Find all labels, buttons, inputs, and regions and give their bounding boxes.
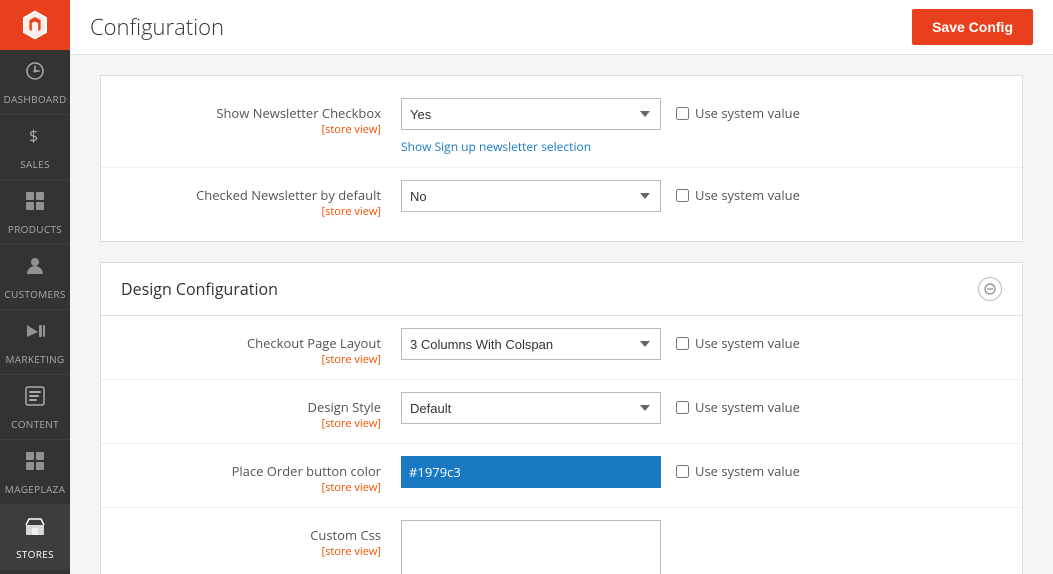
- place-order-use-system: Use system value: [676, 456, 800, 480]
- sidebar-logo: [0, 0, 70, 50]
- sidebar-item-system[interactable]: SYSTEM: [0, 570, 70, 574]
- marketing-icon: [24, 320, 46, 348]
- place-order-use-system-checkbox[interactable]: [676, 465, 689, 478]
- design-style-use-system: Use system value: [676, 392, 800, 416]
- save-config-button[interactable]: Save Config: [912, 9, 1033, 45]
- checked-newsletter-select[interactable]: Yes No: [401, 180, 661, 212]
- svg-text:$: $: [29, 125, 38, 147]
- custom-css-textarea[interactable]: [401, 520, 661, 574]
- design-style-label: Design Style [store view]: [121, 392, 401, 431]
- customers-icon: [24, 255, 46, 283]
- sidebar-item-sales-label: SALES: [20, 157, 50, 171]
- main-area: Configuration Save Config Show Newslette…: [70, 0, 1053, 574]
- collapse-button[interactable]: [978, 277, 1002, 301]
- dashboard-icon: [24, 60, 46, 88]
- stores-icon: [24, 515, 46, 543]
- page-title: Configuration: [90, 12, 224, 42]
- place-order-color-row: Place Order button color [store view] #1…: [101, 444, 1022, 508]
- custom-css-row: Custom Css [store view] Example: .step-t…: [101, 508, 1022, 574]
- design-style-controls: Default Custom Use system value: [401, 392, 1002, 424]
- checked-newsletter-label: Checked Newsletter by default [store vie…: [121, 180, 401, 219]
- custom-css-label: Custom Css [store view]: [121, 520, 401, 559]
- sidebar-item-content[interactable]: CONTENT: [0, 375, 70, 440]
- newsletter-use-system-checkbox[interactable]: [676, 107, 689, 120]
- place-order-color-controls: #1979c3 Use system value: [401, 456, 1002, 488]
- design-style-use-system-checkbox[interactable]: [676, 401, 689, 414]
- content-icon: [24, 385, 46, 413]
- sidebar-item-customers[interactable]: CUSTOMERS: [0, 245, 70, 310]
- sidebar-item-sales[interactable]: $ SALES: [0, 115, 70, 180]
- checked-newsletter-use-system: Use system value: [676, 180, 800, 204]
- checkout-layout-label: Checkout Page Layout [store view]: [121, 328, 401, 367]
- design-style-row: Design Style [store view] Default Custom…: [101, 380, 1022, 444]
- products-icon: [24, 190, 46, 218]
- checkout-layout-row: Checkout Page Layout [store view] 1 Colu…: [101, 316, 1022, 380]
- sidebar-item-mageplaza-label: MAGEPLAZA: [5, 482, 65, 496]
- newsletter-use-system: Use system value: [676, 98, 800, 122]
- checked-newsletter-controls: Yes No Use system value: [401, 180, 1002, 212]
- sidebar-item-marketing-label: MARKETING: [6, 352, 65, 366]
- sidebar-item-customers-label: CUSTOMERS: [4, 287, 65, 301]
- design-style-select[interactable]: Default Custom: [401, 392, 661, 424]
- show-newsletter-label: Show Newsletter Checkbox [store view]: [121, 98, 401, 137]
- custom-css-controls: Example: .step-title{background-color: #…: [401, 520, 1002, 574]
- sidebar-item-marketing[interactable]: MARKETING: [0, 310, 70, 375]
- sidebar: DASHBOARD $ SALES PRODUCTS CUSTOM: [0, 0, 70, 574]
- checked-newsletter-use-system-checkbox[interactable]: [676, 189, 689, 202]
- checkout-layout-use-system: Use system value: [676, 328, 800, 352]
- newsletter-hint: Show Sign up newsletter selection: [401, 138, 661, 155]
- sidebar-item-dashboard-label: DASHBOARD: [3, 92, 66, 106]
- design-config-header: Design Configuration: [101, 263, 1022, 316]
- sidebar-item-stores-label: STORES: [16, 547, 54, 561]
- design-config-section: Design Configuration Checkout Page Layou…: [100, 262, 1023, 574]
- checkout-layout-select[interactable]: 1 Column 2 Columns With Left Bar 2 Colum…: [401, 328, 661, 360]
- design-config-title: Design Configuration: [121, 278, 278, 300]
- checkout-layout-use-system-checkbox[interactable]: [676, 337, 689, 350]
- collapse-icon: [984, 283, 996, 295]
- color-input-display[interactable]: #1979c3: [401, 456, 661, 488]
- show-newsletter-select[interactable]: Yes No: [401, 98, 661, 130]
- checkout-layout-controls: 1 Column 2 Columns With Left Bar 2 Colum…: [401, 328, 1002, 360]
- show-newsletter-row: Show Newsletter Checkbox [store view] Ye…: [101, 86, 1022, 168]
- sidebar-item-content-label: CONTENT: [11, 417, 59, 431]
- sidebar-item-stores[interactable]: STORES: [0, 505, 70, 570]
- sidebar-item-mageplaza[interactable]: MAGEPLAZA: [0, 440, 70, 505]
- mageplaza-icon: [24, 450, 46, 478]
- page-content: Show Newsletter Checkbox [store view] Ye…: [70, 55, 1053, 574]
- show-newsletter-controls: Yes No Show Sign up newsletter selection…: [401, 98, 1002, 155]
- newsletter-section: Show Newsletter Checkbox [store view] Ye…: [100, 75, 1023, 242]
- place-order-color-label: Place Order button color [store view]: [121, 456, 401, 495]
- checked-newsletter-row: Checked Newsletter by default [store vie…: [101, 168, 1022, 231]
- page-header: Configuration Save Config: [70, 0, 1053, 55]
- sales-icon: $: [24, 125, 46, 153]
- sidebar-item-products[interactable]: PRODUCTS: [0, 180, 70, 245]
- sidebar-item-products-label: PRODUCTS: [8, 222, 62, 236]
- sidebar-item-dashboard[interactable]: DASHBOARD: [0, 50, 70, 115]
